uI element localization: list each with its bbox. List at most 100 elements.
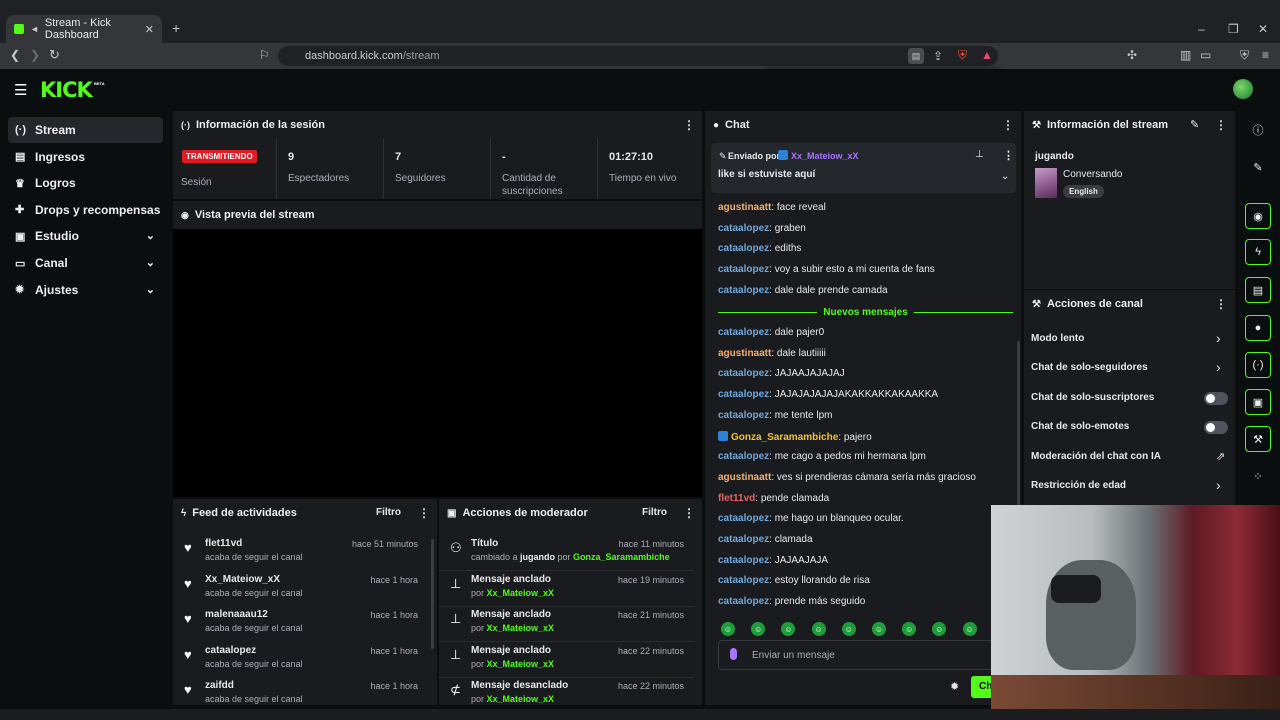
maximize-button[interactable]: ❐ — [1228, 22, 1239, 36]
pinned-message[interactable]: ✎ Enviado por Xx_Mateiow_xX like si estu… — [711, 143, 1016, 193]
pinned-expand-icon[interactable]: ⌄ — [1001, 171, 1009, 182]
mod-action-item[interactable]: ⊄ Mensaje desanclado por Xx_Mateiow_xX h… — [439, 677, 694, 705]
mod-action-item[interactable]: ⊥ Mensaje anclado por Xx_Mateiow_xX hace… — [439, 642, 694, 678]
chat-message[interactable]: cataalopez: me hago un blanqueo ocular. — [718, 513, 904, 524]
edit-rail-button[interactable]: ✎ — [1245, 154, 1271, 180]
channel-action-label[interactable]: Chat de solo-emotes — [1031, 421, 1129, 432]
close-tab-icon[interactable]: ✕ — [145, 23, 154, 36]
chat-username[interactable]: cataalopez — [718, 534, 769, 545]
chat-username[interactable]: cataalopez — [718, 327, 769, 338]
pinned-user[interactable]: Xx_Mateiow_xX — [791, 151, 859, 161]
mic-icon[interactable] — [730, 648, 737, 660]
browser-menu-icon[interactable]: ≡ — [1262, 48, 1269, 62]
feed-item[interactable]: ♥ zaifdd acaba de seguir el canal hace 1… — [173, 677, 428, 705]
chat-message[interactable]: cataalopez: prende más seguido — [718, 596, 865, 607]
chat-message[interactable]: cataalopez: JAJAAJAJA — [718, 555, 828, 566]
chat-message[interactable]: cataalopez: estoy llorando de risa — [718, 575, 870, 586]
mod-action-user[interactable]: Gonza_Saramambiche — [573, 552, 670, 562]
chat-settings-icon[interactable]: ✹ — [950, 680, 959, 693]
chat-username[interactable]: cataalopez — [718, 285, 769, 296]
stream-preview-video[interactable] — [173, 229, 702, 497]
emote-icon[interactable]: ☺ — [841, 622, 856, 636]
hamburger-menu-icon[interactable]: ☰ — [14, 81, 27, 99]
chat-username[interactable]: cataalopez — [718, 451, 769, 462]
chat-username[interactable]: cataalopez — [718, 368, 769, 379]
mod-action-user[interactable]: Xx_Mateiow_xX — [487, 659, 555, 669]
chat-username[interactable]: cataalopez — [718, 223, 769, 234]
chevron-down-icon[interactable]: ⌄ — [146, 229, 155, 242]
feed-item[interactable]: ♥ Xx_Mateiow_xX acaba de seguir el canal… — [173, 571, 428, 607]
pinned-menu-icon[interactable]: ⋮ — [1003, 149, 1014, 162]
wrench-rail-button[interactable]: ⚒ — [1245, 426, 1271, 452]
chat-username[interactable]: cataalopez — [718, 410, 769, 421]
chat-message[interactable]: Gonza_Saramambiche: pajero — [718, 430, 872, 443]
bolt-rail-button[interactable]: ϟ — [1245, 239, 1271, 265]
channel-action-toggle[interactable] — [1204, 391, 1228, 405]
channel-action-label[interactable]: Restricción de edad — [1031, 480, 1126, 491]
broadcast-rail-button[interactable]: (·) — [1245, 352, 1271, 378]
back-icon[interactable]: ❮ — [10, 48, 20, 62]
mod-filter-button[interactable]: Filtro — [642, 507, 667, 518]
chat-username[interactable]: Gonza_Saramambiche — [731, 432, 838, 443]
chat-username[interactable]: cataalopez — [718, 596, 769, 607]
mod-action-user[interactable]: Xx_Mateiow_xX — [487, 623, 555, 633]
channel-action-label[interactable]: Moderación del chat con IA — [1031, 451, 1161, 462]
chat-username[interactable]: cataalopez — [718, 555, 769, 566]
sidebar-item-logros[interactable]: ♛ Logros — [8, 170, 163, 196]
emote-icon[interactable]: ☺ — [721, 622, 735, 636]
channel-action-label[interactable]: Chat de solo-suscriptores — [1031, 392, 1154, 403]
chevron-right-icon[interactable]: › — [1216, 477, 1221, 493]
kick-logo[interactable]: KICK — [40, 78, 93, 102]
brave-shield-icon[interactable]: ⛨ — [958, 48, 967, 63]
chevron-right-icon[interactable]: › — [1216, 359, 1221, 375]
session-menu-icon[interactable]: ⋮ — [683, 118, 695, 132]
sidebar-item-drops-y-recompensas[interactable]: ✚ Drops y recompensas — [8, 197, 163, 223]
chat-message[interactable]: cataalopez: JAJAAJAJAJAJ — [718, 368, 845, 379]
chat-message[interactable]: cataalopez: ediths — [718, 243, 801, 254]
chat-message[interactable]: cataalopez: clamada — [718, 534, 813, 545]
chat-message[interactable]: cataalopez: JAJAJAJAJAJAKAKKAKKAKAAKKA — [718, 389, 938, 400]
chat-message[interactable]: flet11vd: pende clamada — [718, 493, 829, 504]
wallet-browser-icon[interactable]: ▭ — [1200, 48, 1211, 62]
chat-username[interactable]: cataalopez — [718, 389, 769, 400]
feed-menu-icon[interactable]: ⋮ — [418, 506, 430, 520]
share-icon[interactable]: ⇪ — [933, 49, 943, 63]
user-avatar[interactable] — [1233, 79, 1253, 99]
forward-icon[interactable]: ❯ — [30, 48, 40, 62]
mod-action-user[interactable]: Xx_Mateiow_xX — [487, 588, 555, 598]
chat-username[interactable]: agustinaatt — [718, 348, 771, 359]
document-rail-button[interactable]: ▤ — [1245, 277, 1271, 303]
chat-message[interactable]: cataalopez: me cago a pedos mi hermana l… — [718, 451, 926, 462]
camera-rail-button[interactable]: ◉ — [1245, 203, 1271, 229]
feed-item[interactable]: ♥ cataalopez acaba de seguir el canal ha… — [173, 642, 428, 678]
panels-rail-button[interactable]: ▣ — [1245, 389, 1271, 415]
chat-username[interactable]: agustinaatt — [718, 202, 771, 213]
emote-icon[interactable]: ☺ — [872, 622, 886, 636]
emote-icon[interactable]: ☺ — [962, 622, 977, 636]
chevron-right-icon[interactable]: › — [1216, 330, 1221, 346]
feed-scrollbar[interactable] — [431, 539, 434, 649]
mod-action-item[interactable]: ⚇ Título cambiado a jugando por Gonza_Sa… — [439, 535, 694, 571]
chat-message[interactable]: cataalopez: voy a subir esto a mi cuenta… — [718, 264, 935, 275]
chat-username[interactable]: agustinaatt — [718, 472, 771, 483]
chevron-down-icon[interactable]: ⌄ — [146, 283, 155, 296]
category-name[interactable]: Conversando — [1063, 169, 1122, 180]
sidebar-item-estudio[interactable]: ▣ Estudio ⌄ — [8, 223, 163, 249]
external-link-icon[interactable]: ⇗ — [1216, 450, 1225, 463]
chevron-down-icon[interactable]: ⌄ — [146, 256, 155, 269]
chat-username[interactable]: cataalopez — [718, 264, 769, 275]
chat-username[interactable]: cataalopez — [718, 513, 769, 524]
edit-icon[interactable]: ✎ — [1190, 118, 1199, 131]
info-rail-button[interactable]: ⓘ — [1245, 117, 1271, 143]
bookmark-icon[interactable]: ⚐ — [259, 48, 270, 62]
new-tab-button[interactable]: + — [172, 20, 180, 36]
chat-message[interactable]: agustinaatt: ves si prendieras cámara se… — [718, 472, 976, 483]
feed-item[interactable]: ♥ malenaaau12 acaba de seguir el canal h… — [173, 606, 428, 642]
channel-action-label[interactable]: Chat de solo-seguidores — [1031, 362, 1148, 373]
feed-filter-button[interactable]: Filtro — [376, 507, 401, 518]
mod-action-user[interactable]: Xx_Mateiow_xX — [487, 694, 555, 704]
chat-message[interactable]: cataalopez: dale dale prende camada — [718, 285, 888, 296]
sidebar-item-canal[interactable]: ▭ Canal ⌄ — [8, 250, 163, 276]
chat-input[interactable]: Enviar un mensaje — [718, 640, 1008, 670]
feed-item[interactable]: ♥ flet11vd acaba de seguir el canal hace… — [173, 535, 428, 571]
